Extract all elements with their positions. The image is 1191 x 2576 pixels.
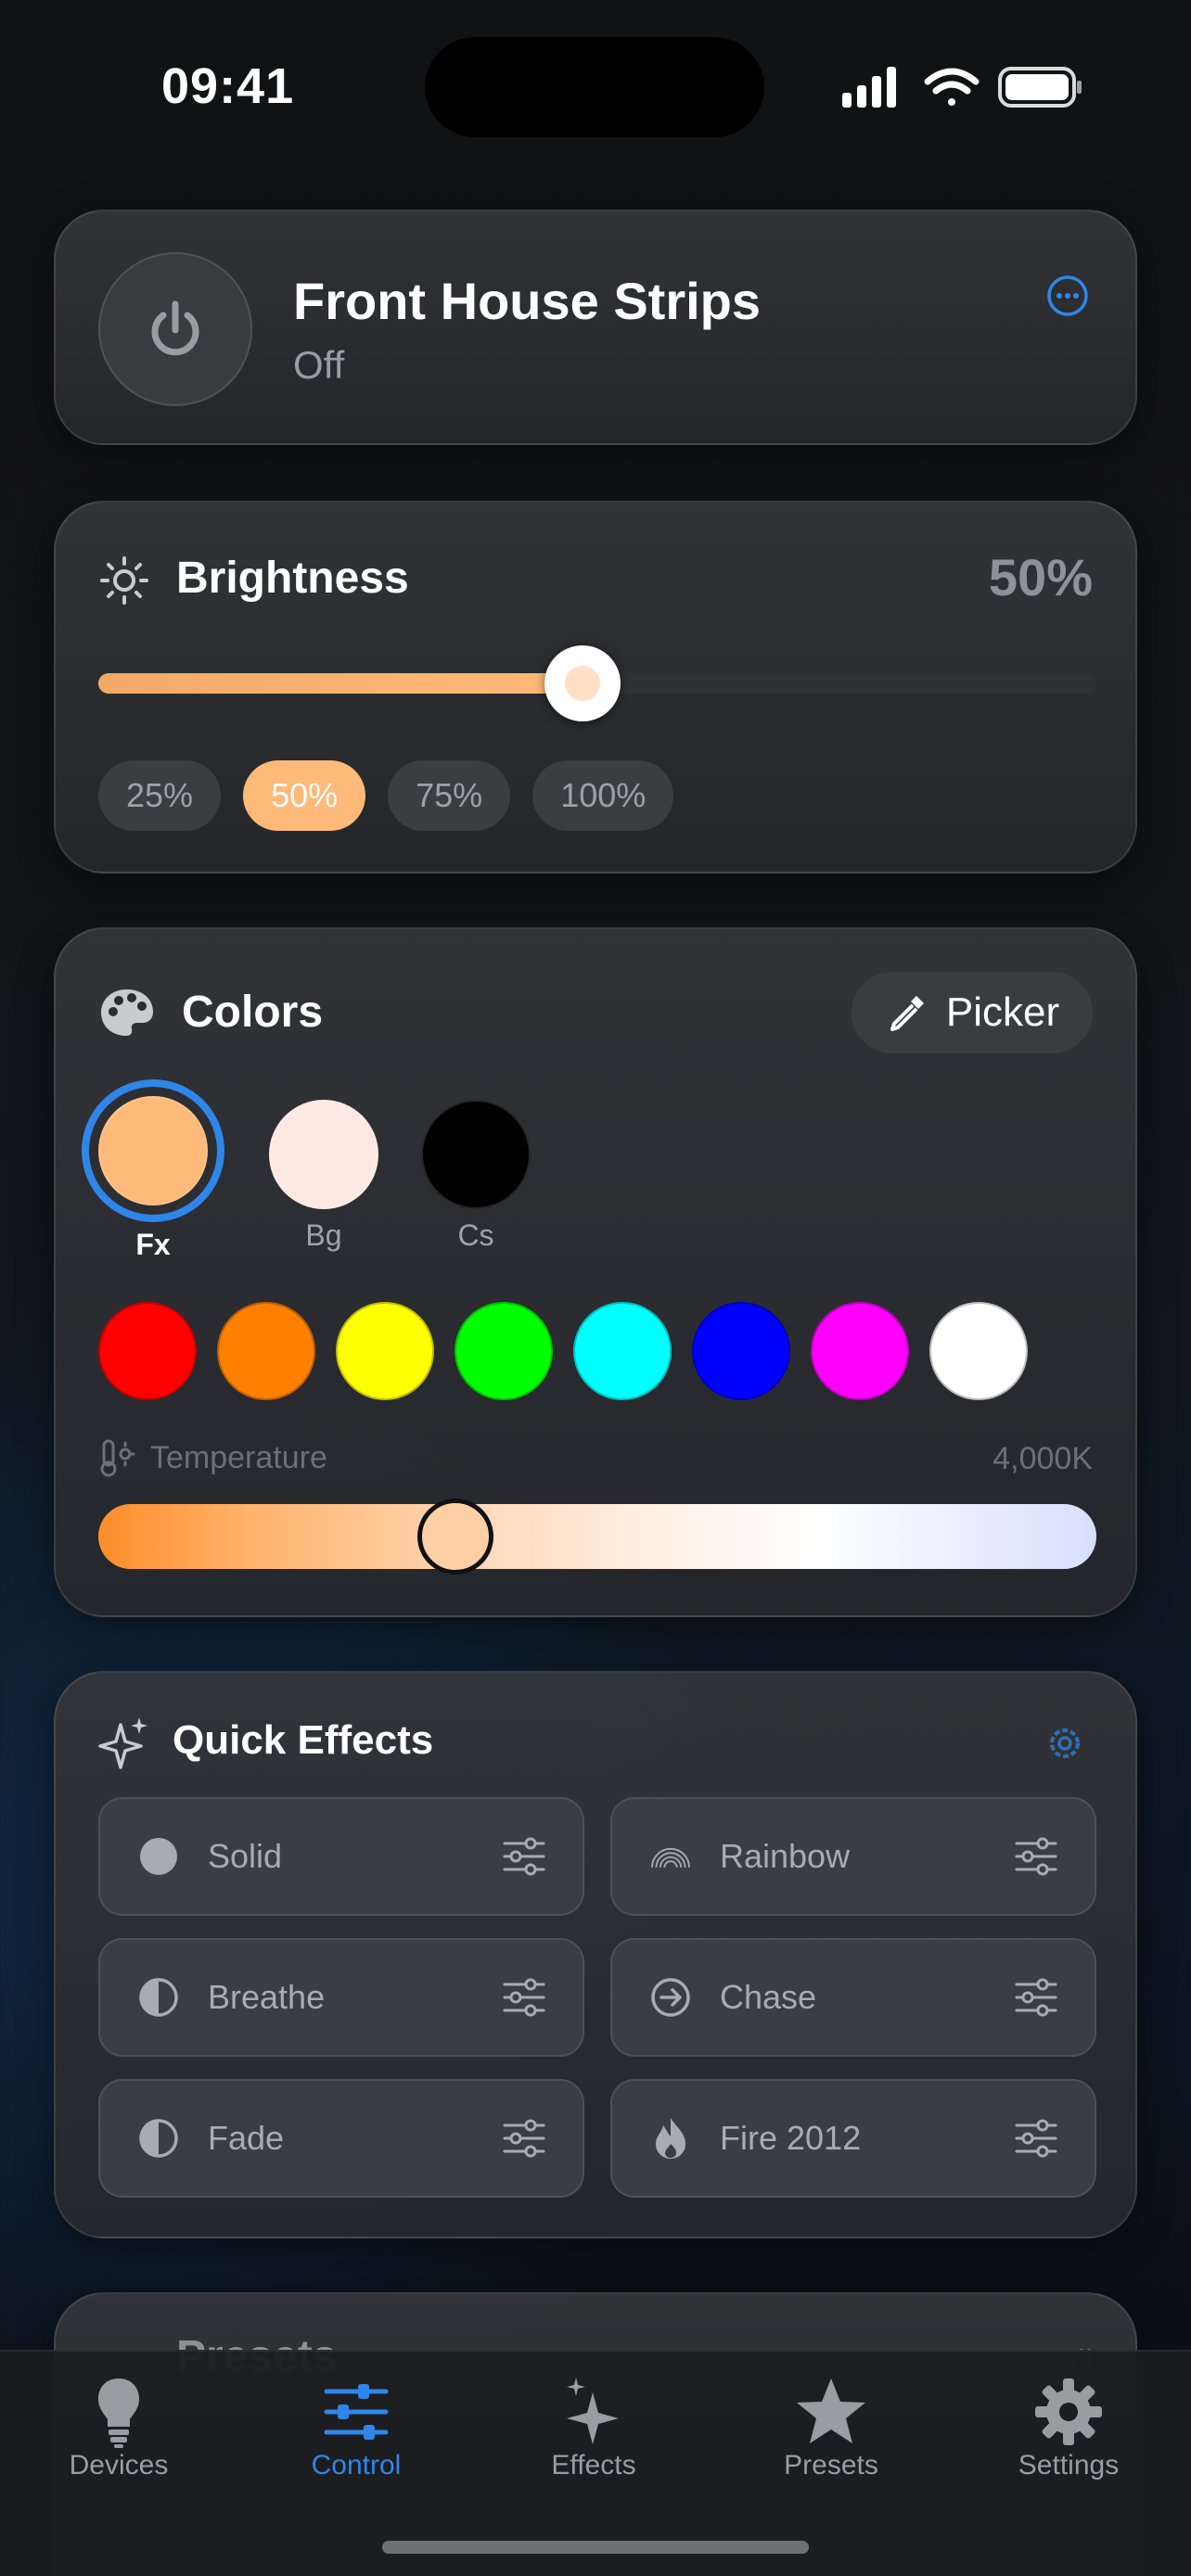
star-icon: [797, 2378, 865, 2443]
sparkles-icon: [98, 1717, 147, 1769]
color-swatches: [98, 1302, 1096, 1400]
effect-name: Rainbow: [720, 1837, 851, 1875]
tab-control-label: Control: [311, 2450, 402, 2480]
adjust-sliders-icon[interactable]: [1015, 2118, 1057, 2159]
battery-icon: [998, 67, 1082, 108]
arrow-circle-icon: [649, 1976, 692, 2019]
brightness-preset-chip[interactable]: 100%: [532, 760, 674, 831]
colors-title: Colors: [182, 988, 324, 1037]
temperature-label: Temperature: [98, 1437, 327, 1478]
dynamic-island: [425, 37, 764, 137]
tab-effects[interactable]: Effects: [475, 2352, 712, 2500]
adjust-sliders-icon[interactable]: [1015, 1836, 1057, 1877]
quick-effects-title: Quick Effects: [173, 1717, 434, 1763]
color-swatch[interactable]: [98, 1302, 197, 1400]
picker-button[interactable]: Picker: [852, 972, 1093, 1053]
effect-name: Chase: [720, 1978, 817, 2016]
color-swatch[interactable]: [811, 1302, 909, 1400]
quick-effects-grid: Solid Rainbow Breathe Chase Fade Fire 2012: [98, 1797, 1096, 2198]
brightness-title: Brightness: [176, 554, 409, 603]
effect-button-breathe[interactable]: Breathe: [98, 1938, 584, 2057]
effect-button-solid[interactable]: Solid: [98, 1797, 584, 1916]
tab-settings-label: Settings: [1018, 2450, 1120, 2480]
adjust-sliders-icon[interactable]: [503, 1836, 545, 1877]
picker-label: Picker: [945, 989, 1060, 1035]
effect-name: Solid: [208, 1837, 283, 1875]
tab-effects-label: Effects: [551, 2450, 636, 2480]
cellular-signal-icon: [842, 67, 896, 108]
tab-presets-label: Presets: [784, 2450, 878, 2480]
eyedropper-icon: [890, 996, 924, 1031]
brightness-slider-thumb[interactable]: [544, 645, 621, 721]
tab-control[interactable]: Control: [237, 2352, 475, 2500]
color-swatch[interactable]: [217, 1302, 315, 1400]
brightness-card: Brightness 50% 25% 50% 75% 100%: [54, 501, 1137, 874]
temperature-slider[interactable]: [98, 1498, 1096, 1575]
sliders-icon: [324, 2384, 389, 2440]
color-slot-swatch: [98, 1096, 208, 1205]
tab-presets[interactable]: Presets: [712, 2352, 950, 2500]
effect-name: Breathe: [208, 1978, 326, 2016]
brightness-preset-chip[interactable]: 75%: [388, 760, 511, 831]
home-indicator: [382, 2541, 809, 2554]
gear-icon[interactable]: [1043, 1721, 1087, 1766]
flame-icon: [649, 2117, 692, 2160]
device-card: Front House Strips Off: [54, 210, 1137, 445]
brightness-preset-chip[interactable]: 25%: [98, 760, 222, 831]
temperature-value: 4,000K: [992, 1441, 1093, 1476]
palette-icon: [101, 989, 153, 1036]
effect-button-rainbow[interactable]: Rainbow: [610, 1797, 1096, 1916]
brightness-slider[interactable]: [98, 645, 1096, 721]
brightness-presets: 25% 50% 75% 100%: [98, 760, 674, 831]
brightness-preset-chip[interactable]: 50%: [243, 760, 366, 831]
effect-button-fade[interactable]: Fade: [98, 2079, 584, 2198]
half-circle-icon: [137, 1976, 180, 2019]
temperature-label-text: Temperature: [150, 1439, 327, 1475]
device-name: Front House Strips: [293, 272, 762, 330]
color-slot-fx[interactable]: Fx: [98, 1096, 208, 1262]
colors-card: Colors Picker Fx Bg Cs Temperature 4,000K: [54, 927, 1137, 1617]
rainbow-icon: [649, 1835, 692, 1878]
color-slot-label: Fx: [135, 1228, 171, 1261]
device-state: Off: [293, 343, 345, 387]
color-swatch[interactable]: [692, 1302, 790, 1400]
power-icon: [151, 300, 199, 356]
color-swatch[interactable]: [336, 1302, 434, 1400]
tab-settings[interactable]: Settings: [950, 2352, 1187, 2500]
power-button[interactable]: [98, 252, 252, 406]
status-icons: [842, 67, 1082, 108]
color-slot-swatch: [421, 1100, 531, 1209]
color-slot-label: Bg: [305, 1218, 342, 1252]
sun-icon: [100, 556, 148, 605]
color-slot-label: Cs: [457, 1218, 494, 1252]
temperature-slider-thumb[interactable]: [417, 1498, 494, 1575]
wifi-icon: [924, 68, 980, 106]
half-circle-icon: [137, 2117, 180, 2160]
sparkles-icon: [567, 2378, 619, 2444]
gear-icon: [1035, 2378, 1102, 2445]
adjust-sliders-icon[interactable]: [1015, 1977, 1057, 2018]
status-time: 09:41: [161, 58, 295, 114]
brightness-value: 50%: [988, 548, 1093, 606]
color-slot-swatch: [269, 1100, 378, 1209]
color-slot-bg[interactable]: Bg: [269, 1100, 378, 1253]
more-options-icon[interactable]: [1046, 274, 1089, 317]
thermometer-icon: [100, 1439, 135, 1477]
tab-devices[interactable]: Devices: [0, 2352, 237, 2500]
quick-effects-card: Quick Effects Solid Rainbow Breathe Chase Fa…: [54, 1671, 1137, 2238]
effect-button-fire-2012[interactable]: Fire 2012: [610, 2079, 1096, 2198]
color-slot-cs[interactable]: Cs: [421, 1100, 531, 1253]
effect-name: Fade: [208, 2119, 285, 2157]
brightness-slider-fill: [98, 673, 583, 694]
color-swatch[interactable]: [573, 1302, 672, 1400]
adjust-sliders-icon[interactable]: [503, 1977, 545, 2018]
color-swatch[interactable]: [455, 1302, 553, 1400]
effect-button-chase[interactable]: Chase: [610, 1938, 1096, 2057]
effect-name: Fire 2012: [720, 2119, 862, 2157]
adjust-sliders-icon[interactable]: [503, 2118, 545, 2159]
lightbulb-icon: [98, 2378, 139, 2448]
color-swatch[interactable]: [929, 1302, 1028, 1400]
tab-devices-label: Devices: [69, 2450, 169, 2480]
solid-circle-icon: [137, 1835, 180, 1878]
